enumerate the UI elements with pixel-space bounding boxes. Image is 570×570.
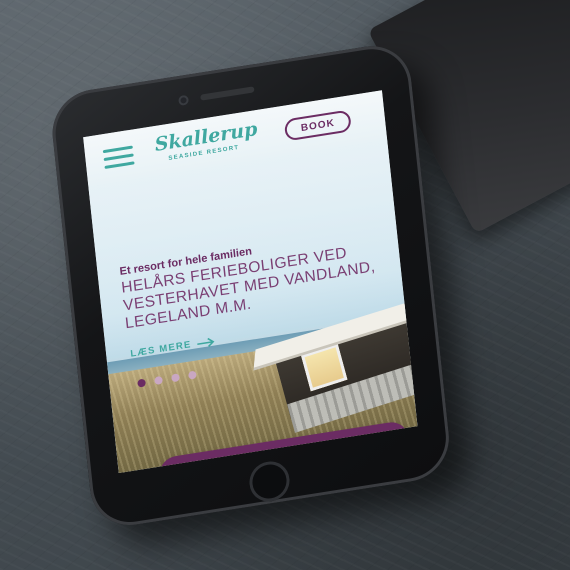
hamburger-menu-icon[interactable] xyxy=(102,145,135,170)
phone-screen: Skallerup SEASIDE RESORT BOOK Et resort … xyxy=(83,90,418,474)
book-button[interactable]: BOOK xyxy=(283,109,352,142)
carousel-dot-2[interactable] xyxy=(154,375,163,386)
front-camera xyxy=(178,94,190,107)
carousel-dot-4[interactable] xyxy=(187,370,197,380)
phone-body: Skallerup SEASIDE RESORT BOOK Et resort … xyxy=(48,40,454,532)
carousel-dot-1[interactable] xyxy=(137,378,147,388)
hero-section: Et resort for hele familien HELÅRS FERIE… xyxy=(88,139,418,474)
home-button xyxy=(247,458,292,505)
carousel-dot-3[interactable] xyxy=(171,373,180,383)
arrow-right-icon xyxy=(197,337,215,347)
phone-device: Skallerup SEASIDE RESORT BOOK Et resort … xyxy=(38,23,522,532)
earpiece-speaker xyxy=(200,86,255,101)
